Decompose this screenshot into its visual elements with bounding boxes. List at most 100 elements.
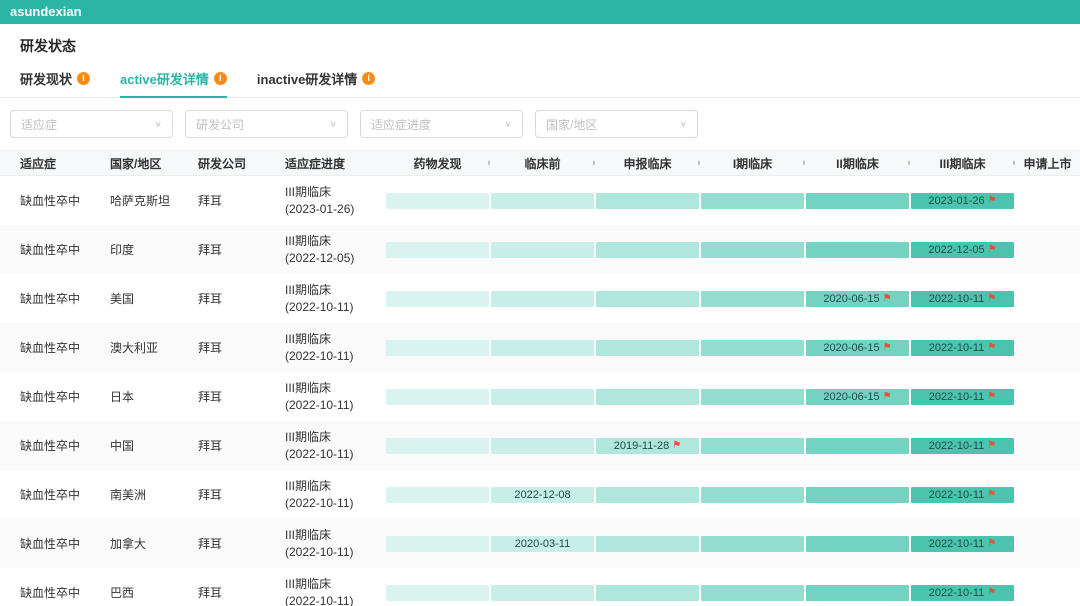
flag-icon: ⚑ bbox=[883, 392, 892, 402]
phase-label: II期临床 bbox=[836, 157, 879, 171]
phase-label: 申请上市 bbox=[1023, 157, 1071, 171]
phase-cell bbox=[490, 291, 595, 307]
info-icon[interactable]: i bbox=[77, 72, 90, 85]
progress-segment bbox=[806, 438, 909, 454]
phase-cell: 2019-11-28⚑ bbox=[595, 438, 700, 454]
progress-segment: 2019-11-28⚑ bbox=[596, 438, 699, 454]
progress-segment: 2022-10-11⚑ bbox=[911, 340, 1014, 356]
phase-cell bbox=[490, 340, 595, 356]
cell-company: 拜耳 bbox=[198, 339, 285, 356]
progress-date: (2022-10-11) bbox=[285, 348, 385, 365]
filter-select-indication-progress[interactable]: 适应症进度∨ bbox=[360, 110, 523, 138]
progress-segment: 2020-06-15⚑ bbox=[806, 340, 909, 356]
flag-icon: ⚑ bbox=[987, 294, 996, 304]
progress-date: (2022-10-11) bbox=[285, 446, 385, 463]
phase-cell bbox=[385, 487, 490, 503]
progress-segment bbox=[491, 389, 594, 405]
cell-indication: 缺血性卒中 bbox=[0, 584, 110, 601]
drug-title: asundexian bbox=[10, 4, 82, 19]
filter-select-company[interactable]: 研发公司∨ bbox=[185, 110, 348, 138]
phase-cell bbox=[595, 585, 700, 601]
column-header: 适应症进度 bbox=[285, 155, 385, 172]
progress-segment bbox=[701, 536, 804, 552]
tab-inactive-rd-details[interactable]: inactive研发详情i bbox=[257, 69, 375, 97]
column-header: 适应症 bbox=[0, 155, 110, 172]
progress-segment: 2022-10-11⚑ bbox=[911, 389, 1014, 405]
progress-segment: 2022-10-11⚑ bbox=[911, 536, 1014, 552]
progress-date: (2022-12-05) bbox=[285, 250, 385, 267]
info-icon[interactable]: i bbox=[214, 72, 227, 85]
cell-indication: 缺血性卒中 bbox=[0, 437, 110, 454]
filter-select-indication[interactable]: 适应症∨ bbox=[10, 110, 173, 138]
column-header: 国家/地区 bbox=[110, 155, 198, 172]
cell-indication: 缺血性卒中 bbox=[0, 388, 110, 405]
progress-segment: 2022-12-08 bbox=[491, 487, 594, 503]
column-header: 研发公司 bbox=[198, 155, 285, 172]
progress-segment bbox=[701, 487, 804, 503]
phase-cell: 2022-10-11⚑ bbox=[910, 487, 1015, 503]
progress-segment bbox=[701, 193, 804, 209]
progress-date: (2022-10-11) bbox=[285, 397, 385, 414]
progress-stage: III期临床 bbox=[285, 233, 385, 250]
chevron-down-icon: ∨ bbox=[680, 120, 687, 129]
phase-cell bbox=[700, 487, 805, 503]
chevron-down-icon: ∨ bbox=[505, 120, 512, 129]
cell-company: 拜耳 bbox=[198, 437, 285, 454]
progress-date: (2022-10-11) bbox=[285, 544, 385, 561]
milestone-date: 2022-12-08 bbox=[514, 489, 570, 501]
phase-column-header: 临床前▸ bbox=[490, 155, 595, 172]
phase-column-header: 申报临床▸ bbox=[595, 155, 700, 172]
progress-segment bbox=[806, 242, 909, 258]
tab-label: active研发详情 bbox=[120, 69, 209, 88]
phase-cell bbox=[385, 438, 490, 454]
filter-select-region[interactable]: 国家/地区 ∨ bbox=[535, 110, 698, 138]
filter-placeholder: 国家/地区 bbox=[546, 116, 597, 133]
table-body: 缺血性卒中哈萨克斯坦拜耳III期临床(2023-01-26)2023-01-26… bbox=[0, 176, 1080, 606]
chevron-down-icon: ∨ bbox=[330, 120, 337, 129]
phase-cell bbox=[595, 487, 700, 503]
tab-rd-overview[interactable]: 研发现状i bbox=[20, 69, 90, 97]
phase-cell bbox=[595, 389, 700, 405]
cell-region: 印度 bbox=[110, 241, 198, 258]
progress-segment bbox=[386, 487, 489, 503]
table-row: 缺血性卒中哈萨克斯坦拜耳III期临床(2023-01-26)2023-01-26… bbox=[0, 176, 1080, 225]
progress-segment bbox=[806, 487, 909, 503]
cell-progress: III期临床(2022-10-11) bbox=[285, 576, 385, 606]
progress-segment: 2022-10-11⚑ bbox=[911, 487, 1014, 503]
cell-indication: 缺血性卒中 bbox=[0, 486, 110, 503]
cell-region: 中国 bbox=[110, 437, 198, 454]
progress-segment bbox=[596, 193, 699, 209]
table-row: 缺血性卒中南美洲拜耳III期临床(2022-10-11)2022-12-0820… bbox=[0, 470, 1080, 519]
progress-segment bbox=[491, 585, 594, 601]
info-icon[interactable]: i bbox=[362, 72, 375, 85]
progress-stage: III期临床 bbox=[285, 380, 385, 397]
progress-segment bbox=[386, 340, 489, 356]
milestone-date: 2022-10-11 bbox=[929, 293, 984, 305]
progress-segment bbox=[491, 193, 594, 209]
phase-cell bbox=[385, 242, 490, 258]
phase-cell bbox=[805, 536, 910, 552]
cell-region: 巴西 bbox=[110, 584, 198, 601]
phase-cell: 2022-10-11⚑ bbox=[910, 389, 1015, 405]
cell-progress: III期临床(2022-10-11) bbox=[285, 282, 385, 316]
progress-segment: 2022-10-11⚑ bbox=[911, 291, 1014, 307]
progress-segment: 2022-10-11⚑ bbox=[911, 585, 1014, 601]
progress-stage: III期临床 bbox=[285, 331, 385, 348]
phase-column-header: 申请上市 bbox=[1015, 155, 1080, 172]
cell-region: 哈萨克斯坦 bbox=[110, 192, 198, 209]
milestone-date: 2020-06-15 bbox=[823, 293, 879, 305]
flag-icon: ⚑ bbox=[988, 196, 997, 206]
flag-icon: ⚑ bbox=[987, 343, 996, 353]
progress-date: (2022-10-11) bbox=[285, 495, 385, 512]
progress-segment bbox=[491, 291, 594, 307]
phase-cell: 2020-03-11 bbox=[490, 536, 595, 552]
progress-segment bbox=[386, 242, 489, 258]
phase-cell bbox=[805, 487, 910, 503]
phase-column-header: 药物发现▸ bbox=[385, 155, 490, 172]
progress-segment bbox=[386, 389, 489, 405]
progress-segment bbox=[701, 585, 804, 601]
progress-segment bbox=[596, 536, 699, 552]
phase-cell bbox=[490, 242, 595, 258]
tab-active-rd-details[interactable]: active研发详情 i bbox=[120, 69, 227, 97]
progress-date: (2022-10-11) bbox=[285, 593, 385, 606]
